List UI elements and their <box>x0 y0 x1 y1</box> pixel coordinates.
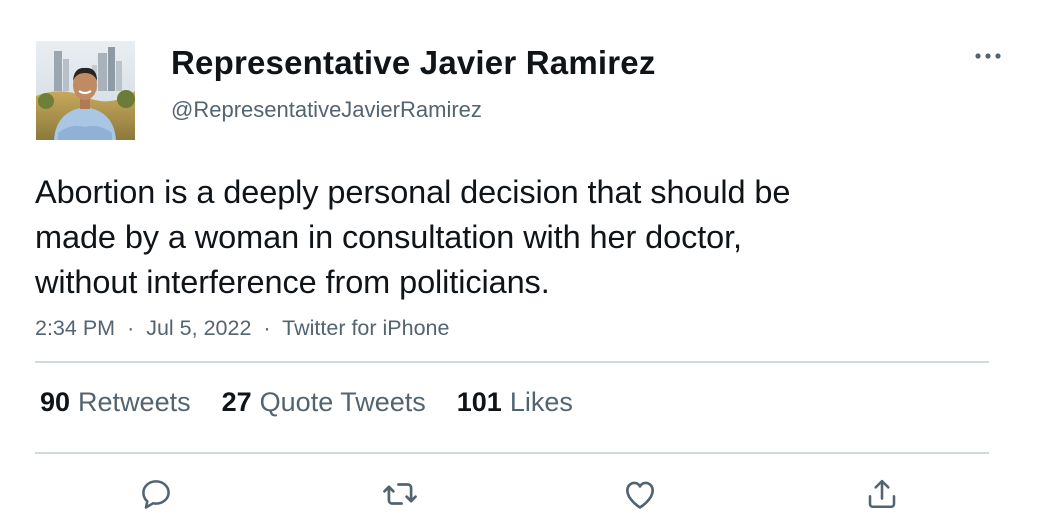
more-dots-icon <box>975 53 1001 59</box>
tweet-source[interactable]: Twitter for iPhone <box>282 316 449 340</box>
meta-separator: · <box>263 316 271 340</box>
avatar-image <box>36 41 135 140</box>
retweets-count: 90 <box>40 387 71 417</box>
retweets-stat[interactable]: 90 Retweets <box>40 387 191 418</box>
share-icon <box>868 479 896 509</box>
retweets-label: Retweets <box>78 387 191 417</box>
share-button[interactable] <box>862 474 902 514</box>
divider <box>35 361 989 363</box>
divider <box>35 452 989 454</box>
like-icon <box>625 481 655 509</box>
meta-separator: · <box>127 316 135 340</box>
tweet-text-line: without interference from politicians. <box>35 264 550 300</box>
retweet-button[interactable] <box>380 474 420 514</box>
author-handle[interactable]: @RepresentativeJavierRamirez <box>171 97 482 123</box>
tweet-time[interactable]: 2:34 PM <box>35 316 115 340</box>
like-button[interactable] <box>620 474 660 514</box>
tweet-text-line: Abortion is a deeply personal decision t… <box>35 174 791 210</box>
tweet-text: Abortion is a deeply personal decision t… <box>35 170 915 305</box>
reply-icon <box>142 480 170 509</box>
author-name[interactable]: Representative Javier Ramirez <box>171 44 656 82</box>
avatar[interactable] <box>36 41 135 140</box>
engagement-stats: 90 Retweets 27 Quote Tweets 101 Likes <box>40 387 573 418</box>
tweet-date[interactable]: Jul 5, 2022 <box>146 316 251 340</box>
quote-tweets-count: 27 <box>221 387 252 417</box>
quote-tweets-label: Quote Tweets <box>259 387 426 417</box>
tweet-meta: 2:34 PM · Jul 5, 2022 · Twitter for iPho… <box>35 316 449 341</box>
more-options-button[interactable] <box>970 44 1006 68</box>
likes-label: Likes <box>509 387 573 417</box>
likes-stat[interactable]: 101 Likes <box>457 387 573 418</box>
likes-count: 101 <box>456 387 502 417</box>
tweet-text-line: made by a woman in consultation with her… <box>35 219 742 255</box>
reply-button[interactable] <box>136 474 176 514</box>
retweet-icon <box>383 483 417 505</box>
quote-tweets-stat[interactable]: 27 Quote Tweets <box>222 387 426 418</box>
